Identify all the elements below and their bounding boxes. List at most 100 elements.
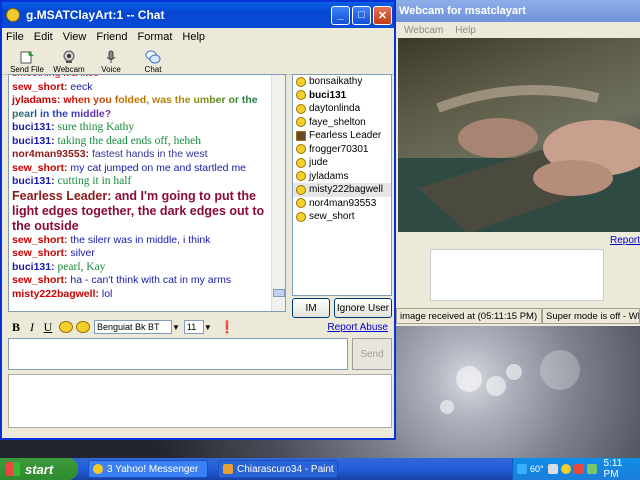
light-spot <box>440 400 454 414</box>
message-text: ha - can't think with cat in my arms <box>70 274 232 286</box>
taskbar-paint[interactable]: Chiarascuro34 - Paint <box>218 460 338 478</box>
clock[interactable]: 5:11 PM <box>604 458 640 480</box>
user-list-item[interactable]: jude <box>293 156 391 170</box>
user-list-item[interactable]: sew_short <box>293 210 391 224</box>
user-name: bonsaikathy <box>309 76 363 88</box>
light-spot <box>540 350 580 390</box>
user-list-item[interactable]: misty222bagwell <box>293 183 391 197</box>
chat-message: Fearless Leader: and I'm going to put th… <box>12 189 274 234</box>
ignore-user-button[interactable]: Ignore User <box>334 298 392 318</box>
chat-log[interactable]: smoothing it a littlesew_short: eeckjyla… <box>8 74 286 312</box>
taskbar-yahoo-messenger[interactable]: 3 Yahoo! Messenger <box>88 460 208 478</box>
chevron-down-icon[interactable]: ▼ <box>172 323 180 332</box>
webcam-info-box <box>430 249 604 301</box>
tray-icon[interactable] <box>573 464 584 474</box>
webcam-menubar: Webcam Help <box>396 22 640 38</box>
message-sender[interactable]: sew_short: <box>12 247 67 259</box>
start-button[interactable]: start <box>0 458 78 480</box>
report-abuse-link[interactable]: Report Abuse <box>327 322 388 333</box>
tray-icon[interactable] <box>547 464 558 474</box>
user-actions: IM Ignore User <box>292 298 392 318</box>
im-button[interactable]: IM <box>292 298 330 318</box>
message-input[interactable] <box>8 338 348 370</box>
menu-format[interactable]: Format <box>138 31 173 43</box>
scroll-thumb[interactable] <box>273 289 285 297</box>
send-file-button[interactable]: Send File <box>8 50 46 74</box>
chat-window: g.MSATClayArt:1 -- Chat _ □ ✕ File Edit … <box>0 0 396 440</box>
menu-file[interactable]: File <box>6 31 24 43</box>
menu-view[interactable]: View <box>63 31 87 43</box>
webcam-menu-help[interactable]: Help <box>455 25 476 36</box>
yahoo-tray-icon[interactable] <box>560 464 571 474</box>
voice-button[interactable]: Voice <box>92 50 130 74</box>
message-sender[interactable]: sew_short: <box>12 274 67 286</box>
alert-icon[interactable]: ❗ <box>220 320 235 334</box>
chat-titlebar[interactable]: g.MSATClayArt:1 -- Chat _ □ ✕ <box>2 2 394 28</box>
weather-icon[interactable] <box>517 464 527 474</box>
user-name: misty222bagwell <box>309 184 383 196</box>
send-file-label: Send File <box>10 65 44 74</box>
user-list-item[interactable]: daytonlinda <box>293 102 391 116</box>
chat-message: jyladams: when you folded, was the umber… <box>12 94 274 121</box>
webcam-frame-hands <box>398 85 640 232</box>
webcam-window-title: Webcam for msatclayart <box>399 5 526 17</box>
font-select[interactable]: Benguiat Bk BT <box>94 320 172 334</box>
yahoo-smiley-icon <box>6 8 20 22</box>
chat-message: sew_short: ha - can't think with cat in … <box>12 274 274 288</box>
maximize-button[interactable]: □ <box>352 5 371 25</box>
webcam-titlebar[interactable]: Webcam for msatclayart <box>396 0 640 22</box>
font-select-value: Benguiat Bk BT <box>97 322 160 332</box>
super-mode-status[interactable]: Super mode is off - What <box>542 308 640 324</box>
emoticon-icon[interactable] <box>59 321 73 333</box>
user-list-item[interactable]: bonsaikathy <box>293 75 391 89</box>
size-select[interactable]: 11 <box>183 320 204 334</box>
user-list-item[interactable]: nor4man93553 <box>293 197 391 211</box>
user-status-icon <box>296 198 306 209</box>
user-list-item[interactable]: Fearless Leader <box>293 129 391 143</box>
message-sender[interactable]: sew_short: <box>12 81 67 93</box>
message-sender[interactable]: buci131: <box>12 175 55 187</box>
user-status-icon <box>296 76 306 87</box>
message-text: pearl, Kay <box>57 260 106 273</box>
user-name: nor4man93553 <box>309 197 377 209</box>
start-label: start <box>25 461 54 477</box>
webcam-report-link[interactable]: Report <box>610 235 640 246</box>
user-name: buci131 <box>309 89 347 101</box>
message-sender[interactable]: buci131: <box>12 121 55 133</box>
chevron-down-icon[interactable]: ▼ <box>204 323 212 332</box>
chat-scrollbar[interactable] <box>271 75 285 311</box>
close-button[interactable]: ✕ <box>373 5 392 25</box>
user-list-item[interactable]: frogger70301 <box>293 143 391 157</box>
chat-message: sew_short: silver <box>12 247 274 261</box>
minimize-button[interactable]: _ <box>331 5 350 25</box>
message-sender[interactable]: buci131: <box>12 135 55 147</box>
message-sender[interactable]: nor4man93553: <box>12 148 89 160</box>
sunglasses-emoticon-icon[interactable] <box>76 321 90 333</box>
message-sender[interactable]: buci131: <box>12 261 55 273</box>
message-text: eeck <box>70 80 93 93</box>
message-sender[interactable]: jyladams: <box>12 94 60 106</box>
underline-button[interactable]: U <box>40 320 56 335</box>
message-sender[interactable]: misty222bagwell: <box>12 288 99 300</box>
message-sender[interactable]: sew_short: <box>12 162 67 174</box>
user-list[interactable]: bonsaikathy buci131 daytonlinda faye_shelto… <box>292 74 392 296</box>
message-sender[interactable]: sew_short: <box>12 234 67 246</box>
user-list-item[interactable]: buci131 <box>293 89 391 103</box>
image-received-status: image received at (05:11:15 PM) <box>396 308 542 324</box>
italic-button[interactable]: I <box>24 320 40 335</box>
webcam-menu-webcam[interactable]: Webcam <box>404 25 443 36</box>
webcam-button[interactable]: Webcam <box>50 50 88 74</box>
user-list-item[interactable]: jyladams <box>293 170 391 184</box>
menu-help[interactable]: Help <box>182 31 205 43</box>
menu-friend[interactable]: Friend <box>96 31 127 43</box>
bold-button[interactable]: B <box>8 320 24 335</box>
user-list-item[interactable]: faye_shelton <box>293 116 391 130</box>
send-button[interactable]: Send <box>352 338 392 370</box>
message-sender[interactable]: Fearless Leader: <box>12 189 111 203</box>
user-name: frogger70301 <box>309 143 369 155</box>
network-icon[interactable] <box>586 464 597 474</box>
menu-edit[interactable]: Edit <box>34 31 53 43</box>
user-status-icon <box>296 184 306 195</box>
message-text: sure thing Kathy <box>57 121 135 133</box>
chat-button[interactable]: Chat <box>134 50 172 74</box>
